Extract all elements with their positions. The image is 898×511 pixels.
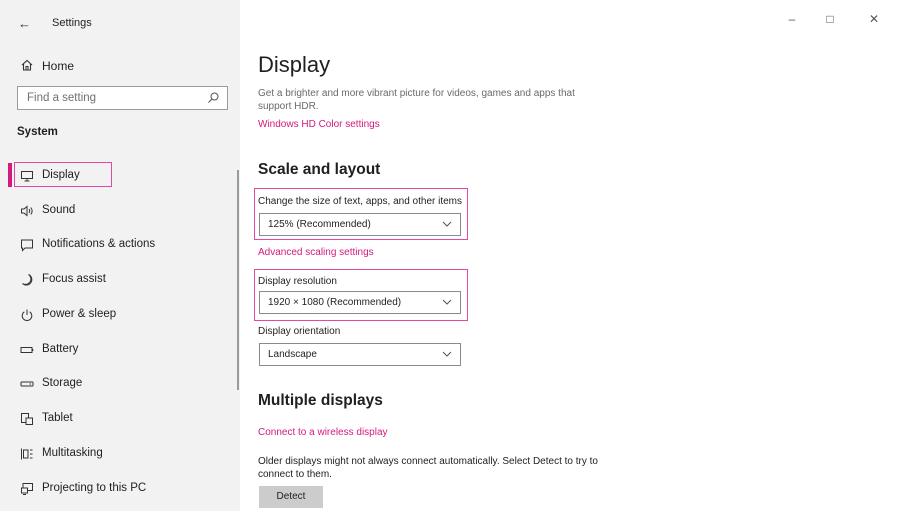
scale-dropdown[interactable]: 125% (Recommended) (259, 213, 461, 236)
resolution-dropdown[interactable]: 1920 × 1080 (Recommended) (259, 291, 461, 314)
tablet-icon (21, 413, 33, 425)
sidebar-item-home[interactable]: Home (0, 54, 240, 80)
close-button[interactable]: ✕ (866, 12, 882, 26)
main-content: – □ ✕ Display Get a brighter and more vi… (240, 0, 898, 511)
orientation-label: Display orientation (258, 326, 341, 337)
sidebar-item-tablet[interactable]: Tablet (0, 404, 240, 434)
sidebar-item-storage[interactable]: Storage (0, 369, 240, 399)
speaker-icon (21, 205, 33, 217)
search-input[interactable]: Find a setting (17, 86, 228, 110)
sidebar-item-label: Multitasking (42, 447, 103, 459)
minimize-button[interactable]: – (784, 12, 800, 26)
notification-icon (21, 239, 33, 252)
back-arrow-icon[interactable]: ← (18, 16, 31, 31)
orientation-dropdown[interactable]: Landscape (259, 343, 461, 366)
detect-button[interactable]: Detect (259, 486, 323, 508)
sidebar-item-projecting[interactable]: Projecting to this PC (0, 474, 240, 504)
advanced-scaling-link[interactable]: Advanced scaling settings (258, 247, 374, 258)
storage-icon (20, 381, 34, 387)
resolution-label: Display resolution (258, 276, 337, 287)
hd-color-settings-link[interactable]: Windows HD Color settings (258, 119, 380, 130)
home-label: Home (42, 59, 75, 73)
hdr-description: Get a brighter and more vibrant picture … (258, 88, 575, 112)
multitasking-icon (21, 448, 33, 460)
titlebar-left: ← Settings (0, 0, 240, 44)
maximize-button[interactable]: □ (822, 12, 838, 26)
multiple-displays-heading: Multiple displays (258, 392, 383, 409)
chevron-down-icon (442, 299, 452, 305)
sidebar-item-multitasking[interactable]: Multitasking (0, 439, 240, 469)
sidebar-item-label: Tablet (42, 412, 73, 424)
sidebar-item-focus-assist[interactable]: Focus assist (0, 265, 240, 295)
home-icon (21, 59, 33, 71)
chevron-down-icon (442, 351, 452, 357)
search-placeholder: Find a setting (27, 92, 97, 104)
power-icon (21, 309, 33, 322)
sidebar-item-label: Projecting to this PC (42, 482, 147, 494)
sidebar-item-label: Notifications & actions (42, 238, 156, 250)
sidebar-item-power-sleep[interactable]: Power & sleep (0, 300, 240, 330)
sidebar-item-sound[interactable]: Sound (0, 196, 240, 226)
moon-icon (22, 274, 33, 286)
sidebar: ← Settings Home Find a setting System Di… (0, 0, 240, 511)
detect-description: Older displays might not always connect … (258, 456, 598, 480)
sidebar-item-label: Power & sleep (42, 308, 117, 320)
selection-indicator (8, 163, 12, 187)
resolution-value: 1920 × 1080 (Recommended) (268, 297, 402, 308)
orientation-value: Landscape (268, 349, 317, 360)
window-controls: – □ ✕ (778, 0, 898, 36)
detect-button-label: Detect (276, 491, 306, 502)
sidebar-item-label: Storage (42, 377, 83, 389)
projecting-icon (21, 483, 33, 495)
sidebar-item-label: Sound (42, 204, 76, 216)
sidebar-section-system: System (17, 126, 58, 138)
sidebar-scrollbar[interactable] (237, 170, 239, 390)
sidebar-item-notifications[interactable]: Notifications & actions (0, 230, 240, 260)
sidebar-item-battery[interactable]: Battery (0, 335, 240, 365)
scale-value: 125% (Recommended) (268, 219, 371, 230)
chevron-down-icon (442, 221, 452, 227)
scale-label: Change the size of text, apps, and other… (258, 196, 463, 207)
search-icon (208, 92, 219, 103)
sidebar-item-label: Focus assist (42, 273, 106, 285)
wireless-display-link[interactable]: Connect to a wireless display (258, 427, 388, 438)
display-highlight-box (14, 162, 112, 187)
sidebar-item-label: Battery (42, 343, 79, 355)
app-title: Settings (52, 17, 92, 29)
page-title: Display (258, 52, 331, 77)
scale-layout-heading: Scale and layout (258, 161, 381, 178)
battery-icon (20, 347, 34, 353)
